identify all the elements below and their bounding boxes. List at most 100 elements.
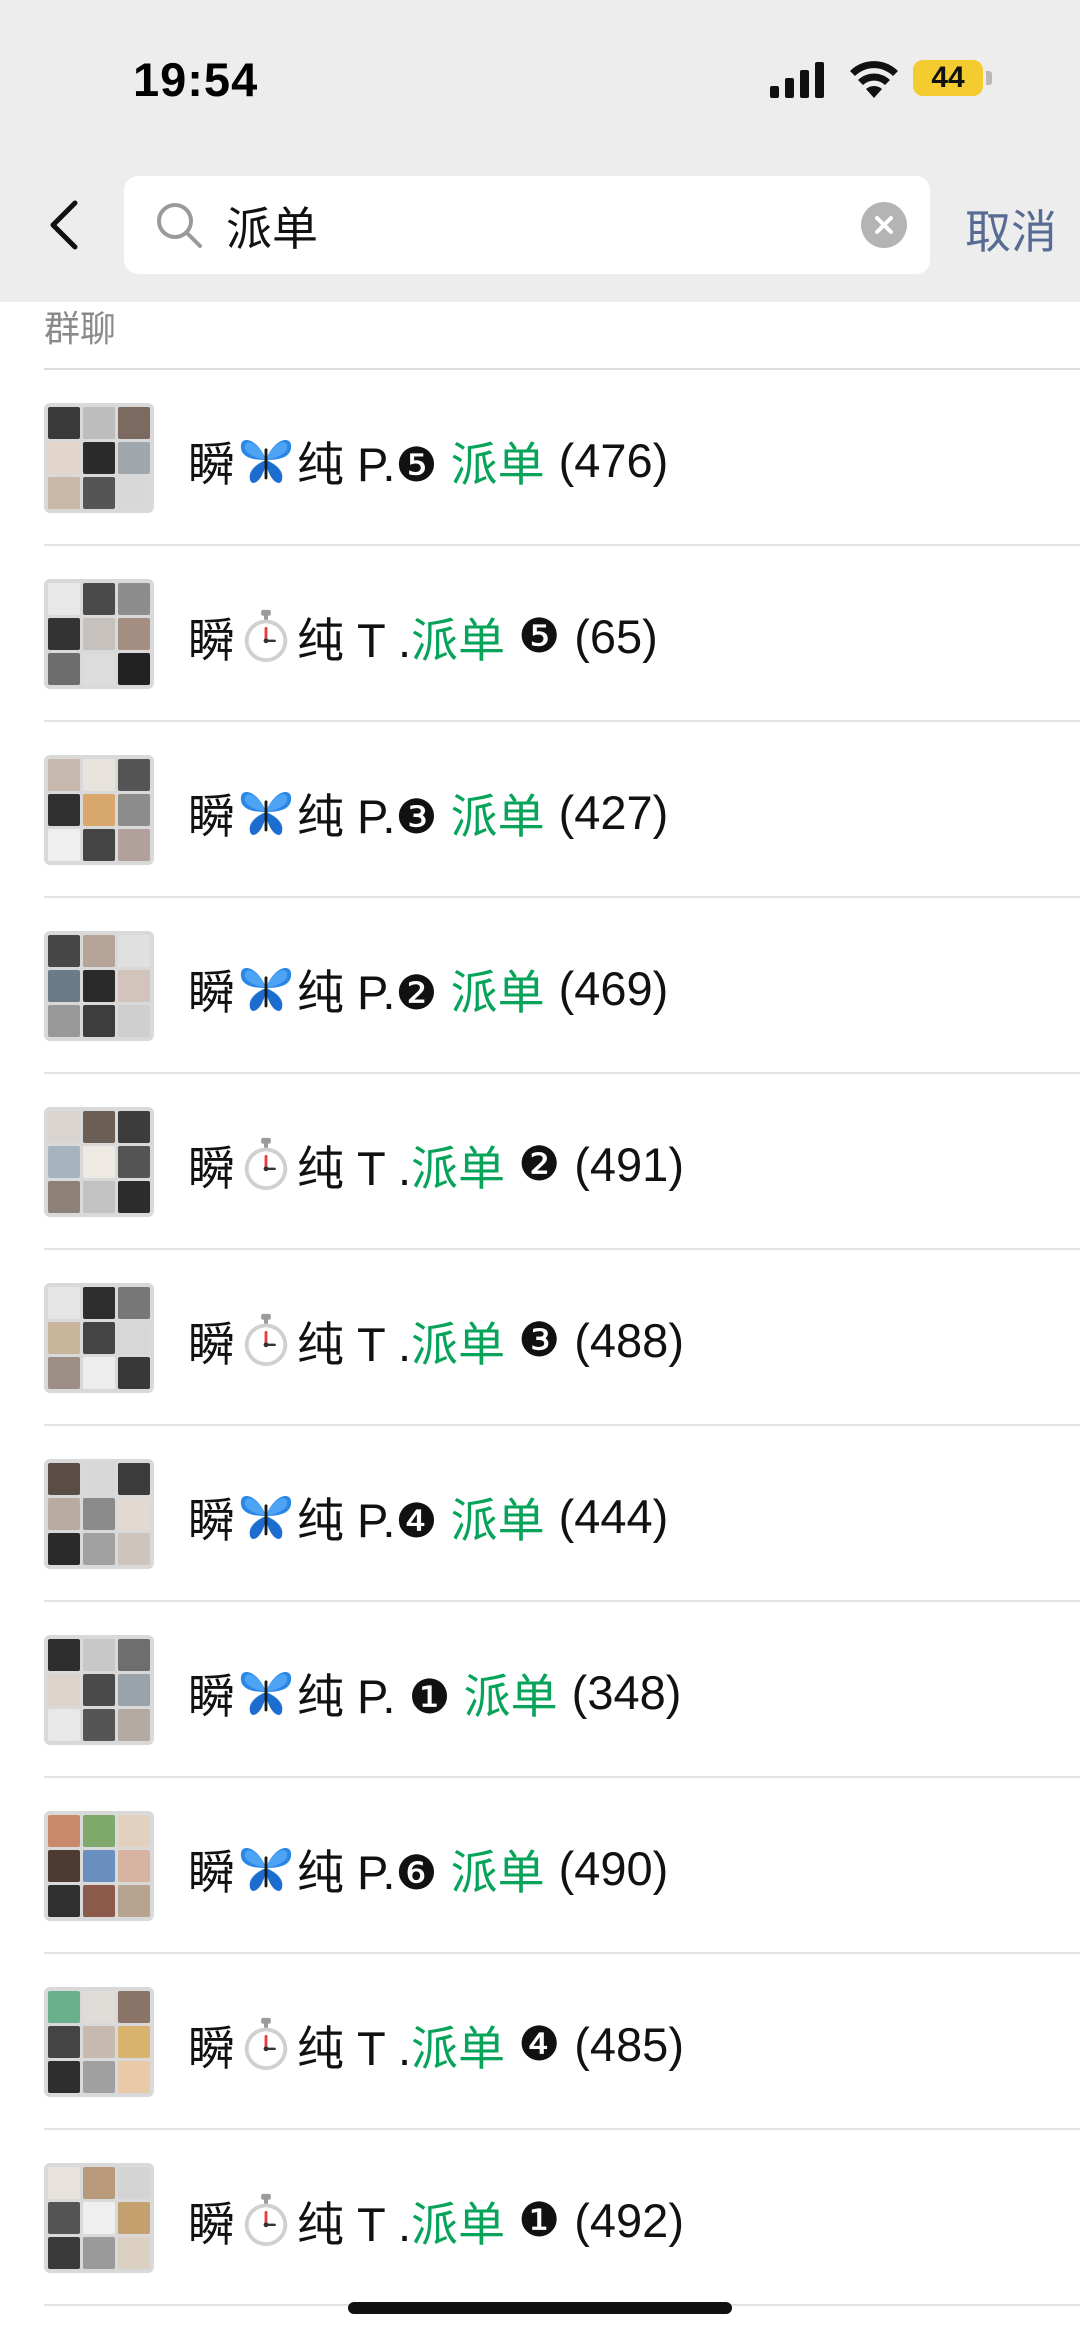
member-count: (488) [574,1313,684,1367]
name-middle: 纯 P.❹ [297,1493,451,1547]
name-middle: 纯 T . [297,2197,412,2251]
group-avatar [44,2163,154,2273]
name-middle: 纯 P. ❶ [297,1669,464,1723]
stopwatch-icon [237,1311,295,1369]
cancel-button[interactable]: 取消 [965,196,1057,262]
stopwatch-icon [237,1135,295,1193]
group-chat-result-row[interactable]: 瞬 纯 T . 派单 ❷ (491) [0,1074,1080,1250]
search-match-highlight: 派单 [450,437,545,491]
butterfly-icon [237,1663,295,1721]
cellular-signal-icon [770,62,824,98]
search-match-highlight: 派单 [411,2197,506,2251]
search-match-highlight: 派单 [411,1141,506,1195]
group-chat-result-row[interactable]: 瞬 纯 P.❻ 派单 (490) [0,1778,1080,1954]
member-count: (491) [574,1137,684,1191]
search-match-highlight: 派单 [450,789,545,843]
name-suffix: ❹ [505,2017,561,2070]
search-match-highlight: 派单 [450,1493,545,1547]
name-middle: 纯 P.❺ [297,437,451,491]
search-bar[interactable] [124,176,930,274]
butterfly-icon [237,959,295,1017]
name-prefix: 瞬 [188,789,235,843]
group-chat-result-row[interactable]: 瞬 纯 P.❺ 派单 (476) [0,370,1080,546]
butterfly-icon [237,783,295,841]
name-suffix: ❶ [505,2193,561,2246]
top-bar: 19:54 44 取消 [0,0,1080,302]
name-middle: 纯 T . [297,613,412,667]
wifi-icon [850,61,898,98]
name-suffix: ❸ [505,1313,561,1366]
search-results-list: 瞬纯 P.❺ 派单 (476) 瞬纯 T . 派单 ❺ (65) 瞬纯 P.❸ 派单 (42… [0,370,1080,2306]
group-chat-result-row[interactable]: 瞬 纯 T . 派单 ❶ (492) [0,2130,1080,2306]
group-avatar [44,1283,154,1393]
name-prefix: 瞬 [188,1141,235,1195]
member-count: (469) [558,961,669,1015]
name-suffix: ❺ [505,609,561,662]
search-match-highlight: 派单 [411,2021,506,2075]
back-button[interactable] [40,192,88,258]
name-middle: 纯 T . [297,1141,412,1195]
group-chat-name: 瞬 纯 T . 派单 ❸ (488) [188,1308,684,1372]
name-prefix: 瞬 [188,965,235,1019]
name-prefix: 瞬 [188,1845,235,1899]
name-suffix: ❷ [505,1137,561,1190]
group-chat-name: 瞬 纯 P.❺ 派单 (476) [188,428,668,492]
name-middle: 纯 T . [297,2021,412,2075]
group-chat-result-row[interactable]: 瞬 纯 P. ❶ 派单 (348) [0,1602,1080,1778]
member-count: (427) [558,785,669,839]
group-chat-name: 瞬 纯 P.❹ 派单 (444) [188,1484,668,1548]
search-input[interactable] [224,190,848,262]
group-chat-name: 瞬 纯 T . 派单 ❺ (65) [188,604,658,668]
member-count: (492) [574,2193,684,2247]
group-chat-name: 瞬 纯 P.❻ 派单 (490) [188,1836,668,1900]
group-chat-name: 瞬 纯 T . 派单 ❶ (492) [188,2188,684,2252]
name-prefix: 瞬 [188,1669,235,1723]
group-avatar [44,1811,154,1921]
name-middle: 纯 P.❸ [297,789,451,843]
search-match-highlight: 派单 [450,965,545,1019]
member-count: (485) [574,2017,684,2071]
name-middle: 纯 P.❷ [297,965,451,1019]
group-avatar [44,1459,154,1569]
group-avatar [44,1635,154,1745]
member-count: (348) [571,1665,682,1719]
butterfly-icon [237,1839,295,1897]
group-chat-name: 瞬 纯 T . 派单 ❹ (485) [188,2012,684,2076]
group-chat-name: 瞬 纯 P.❸ 派单 (427) [188,780,668,844]
group-avatar [44,579,154,689]
group-avatar [44,1107,154,1217]
name-prefix: 瞬 [188,437,235,491]
chevron-left-icon [50,200,78,250]
group-avatar [44,755,154,865]
name-prefix: 瞬 [188,1317,235,1371]
group-chat-result-row[interactable]: 瞬 纯 P.❸ 派单 (427) [0,722,1080,898]
member-count: (490) [558,1841,669,1895]
clear-search-button[interactable] [861,202,907,248]
search-match-highlight: 派单 [411,1317,506,1371]
group-avatar [44,403,154,513]
butterfly-icon [237,1487,295,1545]
name-middle: 纯 T . [297,1317,412,1371]
group-chat-result-row[interactable]: 瞬 纯 T . 派单 ❹ (485) [0,1954,1080,2130]
group-chat-name: 瞬 纯 P. ❶ 派单 (348) [188,1660,681,1724]
group-avatar [44,1987,154,2097]
butterfly-icon [237,431,295,489]
group-chat-result-row[interactable]: 瞬 纯 P.❹ 派单 (444) [0,1426,1080,1602]
member-count: (444) [558,1489,669,1543]
search-match-highlight: 派单 [411,613,506,667]
group-chat-result-row[interactable]: 瞬 纯 P.❷ 派单 (469) [0,898,1080,1074]
group-chat-result-row[interactable]: 瞬 纯 T . 派单 ❺ (65) [0,546,1080,722]
search-icon [157,203,202,248]
stopwatch-icon [237,2191,295,2249]
group-chat-result-row[interactable]: 瞬 纯 T . 派单 ❸ (488) [0,1250,1080,1426]
name-middle: 纯 P.❻ [297,1845,451,1899]
search-match-highlight: 派单 [450,1845,545,1899]
name-prefix: 瞬 [188,2197,235,2251]
status-time: 19:54 [133,53,259,106]
home-indicator [348,2302,732,2314]
group-avatar [44,931,154,1041]
name-prefix: 瞬 [188,2021,235,2075]
battery-tip [986,71,992,85]
battery-indicator: 44 [913,60,983,96]
section-label-group-chats: 群聊 [44,308,117,349]
